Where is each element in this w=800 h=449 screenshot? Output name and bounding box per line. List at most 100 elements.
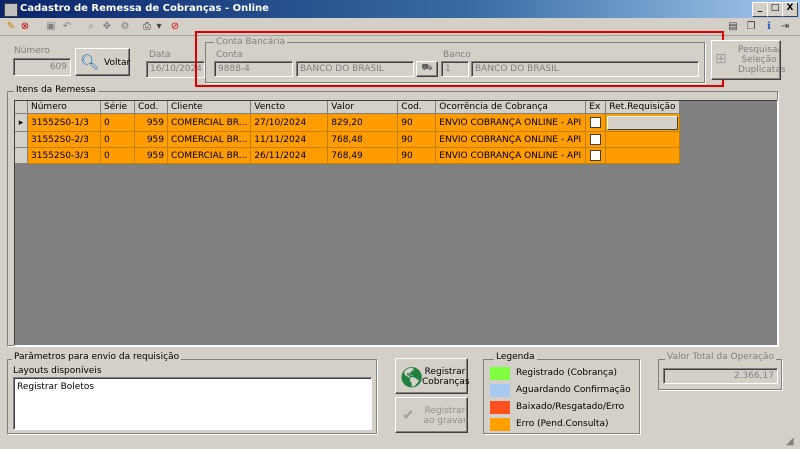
exit-icon[interactable]: ⇥ xyxy=(778,20,792,34)
cell-cod[interactable]: 959 xyxy=(134,147,168,164)
params-title: Parâmetros para envio da requisição xyxy=(12,352,182,362)
cell-ex xyxy=(585,113,607,132)
ex-checkbox[interactable] xyxy=(590,150,602,161)
window-list-icon[interactable]: ▤ xyxy=(726,20,740,34)
cell-valor[interactable]: 829,20 xyxy=(327,113,399,132)
cell-valor[interactable]: 768,49 xyxy=(327,147,399,164)
cell-serie[interactable]: 0 xyxy=(100,147,135,164)
info-icon[interactable]: ℹ xyxy=(762,20,776,34)
search-icon[interactable]: ⌕ xyxy=(84,20,98,34)
cell-cod2[interactable]: 90 xyxy=(397,131,437,148)
legend-label: Baixado/Resgatado/Erro xyxy=(516,402,625,412)
cell-ocorrencia[interactable]: ENVIO COBRANÇA ONLINE - API xyxy=(435,113,587,132)
legend-item: Erro (Pend.Consulta) xyxy=(490,418,636,431)
indicator-header xyxy=(15,101,28,114)
cell-numero[interactable]: 31552S0-3/3 xyxy=(27,147,101,164)
col-cod2[interactable]: Cod. xyxy=(397,101,437,114)
cell-cod[interactable]: 959 xyxy=(134,131,168,148)
cell-ret-requisicao[interactable] xyxy=(605,131,680,148)
save-icon[interactable]: ▣ xyxy=(44,20,58,34)
legend-swatch xyxy=(490,384,510,397)
registrar-cobrancas-button[interactable]: 🌎︎ Registrar Cobranças xyxy=(395,358,470,394)
tree-icon: ⊞ xyxy=(715,51,727,67)
cancel-icon[interactable]: ⊗ xyxy=(18,20,32,34)
cell-valor[interactable]: 768,48 xyxy=(327,131,399,148)
minimize-button[interactable]: _ xyxy=(752,2,768,17)
itens-remessa-title: Itens da Remessa xyxy=(14,85,98,95)
cell-ex xyxy=(585,147,607,164)
header-row: Número Série Cod. Cliente Vencto Valor C… xyxy=(15,101,680,114)
total-label: Valor Total da Operação xyxy=(665,352,777,362)
title-bar: Cadastro de Remessa de Cobranças - Onlin… xyxy=(0,0,800,18)
cell-cod[interactable]: 959 xyxy=(134,113,168,132)
legend-label: Aguardando Confirmação xyxy=(516,385,631,395)
cell-ocorrencia[interactable]: ENVIO COBRANÇA ONLINE - API xyxy=(435,131,587,148)
move-icon[interactable]: ✥ xyxy=(100,20,114,34)
cell-vencto[interactable]: 26/11/2024 xyxy=(250,147,329,164)
col-ocorrencia[interactable]: Ocorrência de Cobrança xyxy=(435,101,587,114)
row-indicator-icon: ▸ xyxy=(15,113,28,132)
table-row[interactable]: ▸ 31552S0-1/3 0 959 COMERCIAL BR... 27/1… xyxy=(15,113,680,132)
registrar-ao-gravar-button[interactable]: ✔ Registrar ao gravar xyxy=(395,397,468,433)
dropdown-arrow-icon[interactable]: ▾ xyxy=(152,20,166,34)
col-serie[interactable]: Série xyxy=(100,101,135,114)
legend-label: Erro (Pend.Consulta) xyxy=(516,419,609,429)
tools-icon[interactable]: ⚙ xyxy=(118,20,132,34)
pesquisa-label-3: Duplicatas xyxy=(738,65,786,75)
cell-ocorrencia[interactable]: ENVIO COBRANÇA ONLINE - API xyxy=(435,147,587,164)
list-item[interactable]: Registrar Boletos xyxy=(17,382,368,392)
undo-icon[interactable]: ↶ xyxy=(60,20,74,34)
cell-vencto[interactable]: 11/11/2024 xyxy=(250,131,329,148)
cell-numero[interactable]: 31552S0-1/3 xyxy=(27,113,101,132)
cell-cod2[interactable]: 90 xyxy=(397,113,437,132)
check-edit-icon: ✔ xyxy=(402,406,415,424)
col-cod[interactable]: Cod. xyxy=(134,101,168,114)
cell-serie[interactable]: 0 xyxy=(100,131,135,148)
cell-serie[interactable]: 0 xyxy=(100,113,135,132)
legend-item: Registrado (Cobrança) xyxy=(490,367,636,380)
stop-icon[interactable]: ⊘ xyxy=(168,20,182,34)
col-valor[interactable]: Valor xyxy=(327,101,399,114)
col-vencto[interactable]: Vencto xyxy=(250,101,329,114)
col-cliente[interactable]: Cliente xyxy=(167,101,252,114)
ret-requisicao-button[interactable] xyxy=(607,115,678,130)
cell-cliente[interactable]: COMERCIAL BR... xyxy=(167,147,252,164)
window-title: Cadastro de Remessa de Cobranças - Onlin… xyxy=(20,3,269,14)
layouts-label: Layouts disponíveis xyxy=(13,366,102,376)
cell-cod2[interactable]: 90 xyxy=(397,147,437,164)
table-row[interactable]: 31552S0-3/3 0 959 COMERCIAL BR... 26/11/… xyxy=(15,147,680,164)
resize-grip-icon[interactable]: ◢ xyxy=(786,436,798,448)
registrar-label-1: Registrar xyxy=(424,367,466,377)
ex-checkbox[interactable] xyxy=(590,134,602,145)
cell-vencto[interactable]: 27/10/2024 xyxy=(250,113,329,132)
numero-field[interactable]: 609 xyxy=(13,58,71,76)
row-indicator-icon xyxy=(15,147,28,164)
close-button[interactable]: X xyxy=(782,2,798,17)
layouts-listbox[interactable]: Registrar Boletos xyxy=(13,377,372,430)
col-ex[interactable]: Ex xyxy=(585,101,607,114)
col-numero[interactable]: Número xyxy=(27,101,101,114)
items-grid: Número Série Cod. Cliente Vencto Valor C… xyxy=(14,100,778,346)
app-icon xyxy=(4,3,18,17)
voltar-button[interactable]: 🔍︎ Voltar xyxy=(75,48,130,76)
magnifier-icon: 🔍︎ xyxy=(80,53,100,71)
ex-checkbox[interactable] xyxy=(590,117,602,128)
row-indicator-icon xyxy=(15,131,28,148)
cell-cliente[interactable]: COMERCIAL BR... xyxy=(167,113,252,132)
legend-title: Legenda xyxy=(494,352,537,362)
pesquisa-duplicatas-button[interactable]: ⊞ Pesquisa/ Seleção Duplicatas xyxy=(711,40,786,80)
cell-ret-requisicao[interactable] xyxy=(605,147,680,164)
legend-swatch xyxy=(490,367,510,380)
pesquisa-label-2: Seleção xyxy=(741,55,777,65)
legend-item: Aguardando Confirmação xyxy=(490,384,636,397)
cell-numero[interactable]: 31552S0-2/3 xyxy=(27,131,101,148)
registrar-label-2: Cobranças xyxy=(422,377,470,387)
total-field: 2.366,17 xyxy=(663,368,778,384)
maximize-button[interactable]: □ xyxy=(767,2,783,17)
col-ret-requisicao[interactable]: Ret.Requisição xyxy=(605,101,680,114)
copy-icon[interactable]: ❐ xyxy=(744,20,758,34)
table-row[interactable]: 31552S0-2/3 0 959 COMERCIAL BR... 11/11/… xyxy=(15,131,680,148)
items-table: Número Série Cod. Cliente Vencto Valor C… xyxy=(15,101,680,164)
edit-icon[interactable]: ✎ xyxy=(4,20,18,34)
cell-cliente[interactable]: COMERCIAL BR... xyxy=(167,131,252,148)
